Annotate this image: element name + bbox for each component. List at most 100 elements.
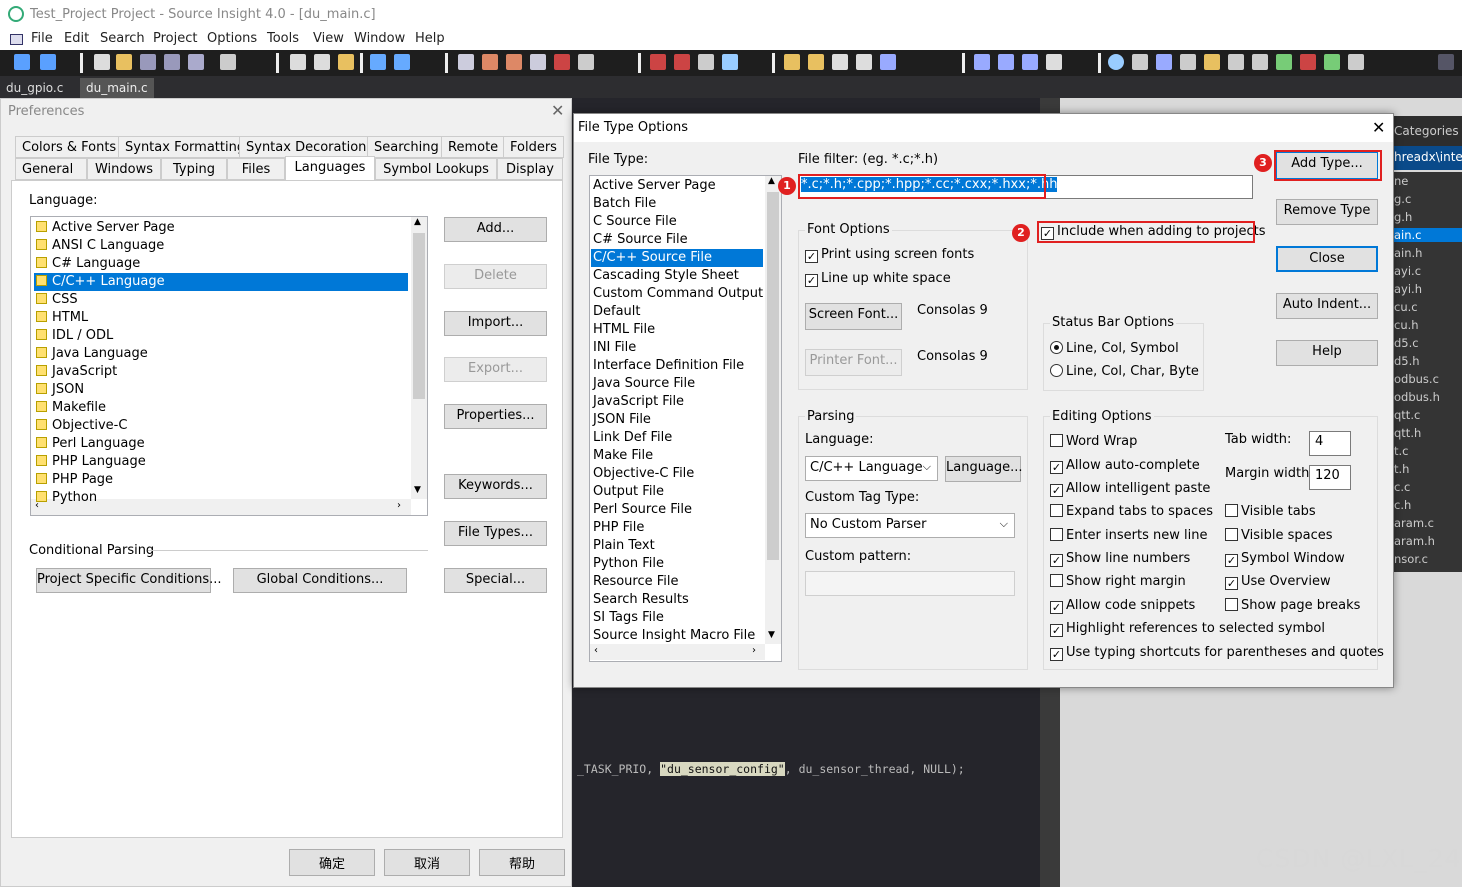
menu-window[interactable]: Window (354, 31, 405, 46)
relation-window-icon[interactable] (1276, 54, 1292, 70)
list-item[interactable]: C/C++ Source File (591, 249, 763, 267)
export-button[interactable]: Export... (444, 357, 547, 382)
overview-icon[interactable] (1324, 54, 1340, 70)
symbol-item[interactable]: cu.c (1394, 300, 1418, 314)
replace-icon[interactable] (554, 54, 570, 70)
menu-view[interactable]: View (313, 31, 344, 46)
add-button[interactable]: Add... (444, 217, 547, 242)
screen-font-button[interactable]: Screen Font... (805, 303, 902, 330)
expand-tabs-checkbox[interactable]: Expand tabs to spaces (1050, 504, 1213, 519)
tab-width-input[interactable]: 4 (1309, 431, 1351, 456)
menu-file[interactable]: File (31, 31, 53, 46)
grid-icon[interactable] (1348, 54, 1364, 70)
menu-edit[interactable]: Edit (64, 31, 89, 46)
margin-width-input[interactable]: 120 (1309, 465, 1351, 490)
save-all-icon[interactable] (164, 54, 180, 70)
properties-button[interactable]: Properties... (444, 404, 547, 429)
list-item[interactable]: Active Server Page (34, 219, 408, 237)
scroll-down-icon[interactable]: ▼ (768, 630, 775, 640)
list-item[interactable]: Java Source File (591, 375, 763, 393)
enter-inserts-checkbox[interactable]: Enter inserts new line (1050, 528, 1207, 543)
list-item[interactable]: JavaScript (34, 363, 408, 381)
list-item[interactable]: Cascading Style Sheet (591, 267, 763, 285)
function-icon[interactable] (856, 54, 872, 70)
tab-files[interactable]: Files (227, 158, 285, 180)
symbol-item[interactable]: ayi.c (1394, 264, 1421, 278)
help-button[interactable]: 帮助 (479, 849, 565, 876)
clip-icon[interactable] (1228, 54, 1244, 70)
special-button[interactable]: Special... (444, 568, 547, 593)
project-conditions-button[interactable]: Project Specific Conditions... (36, 568, 222, 593)
close-icon[interactable]: ✕ (551, 101, 564, 120)
search-icon[interactable] (458, 54, 474, 70)
web-icon[interactable] (578, 54, 594, 70)
bookmark-prev-icon[interactable] (650, 54, 666, 70)
symbol-item[interactable]: ain.c (1390, 228, 1462, 242)
bookmark-next-icon[interactable] (674, 54, 690, 70)
page-breaks-checkbox[interactable]: Show page breaks (1225, 598, 1360, 613)
symbol-item[interactable]: nsor.c (1394, 552, 1428, 566)
scroll-up-icon[interactable]: ▲ (414, 217, 421, 227)
list-item[interactable]: HTML File (591, 321, 763, 339)
scroll-up-icon[interactable]: ▲ (768, 176, 775, 186)
layout4-icon[interactable] (1046, 54, 1062, 70)
print-icon[interactable] (220, 54, 236, 70)
menu-help[interactable]: Help (415, 31, 445, 46)
list-item[interactable]: C# Language (34, 255, 408, 273)
layout1-icon[interactable] (974, 54, 990, 70)
list-item[interactable]: Perl Language (34, 435, 408, 453)
language-list[interactable]: ▲ ▼ ‹ › Active Server Page ANSI C Language C… (30, 216, 428, 516)
tab-syntax-decorations[interactable]: Syntax Decorations (239, 136, 381, 158)
list-item[interactable]: Objective-C File (591, 465, 763, 483)
tab-syntax-formatting[interactable]: Syntax Formatting (118, 136, 253, 158)
file-types-button[interactable]: File Types... (444, 521, 547, 546)
browse-icon[interactable] (1204, 54, 1220, 70)
list-item[interactable]: PHP File (591, 519, 763, 537)
list-item[interactable]: ANSI C Language (34, 237, 408, 255)
symbol-item[interactable]: aram.c (1394, 516, 1434, 530)
parsing-language-select[interactable]: C/C++ Language ⌵ (805, 456, 938, 481)
symbol-window-icon[interactable] (1180, 54, 1196, 70)
symbol-item[interactable]: qtt.h (1394, 426, 1421, 440)
references-icon[interactable] (832, 54, 848, 70)
list-item[interactable]: Python File (591, 555, 763, 573)
symbol-item[interactable]: cu.h (1394, 318, 1419, 332)
line-up-ws-checkbox[interactable]: ✓ Line up white space (805, 271, 951, 287)
tab-display[interactable]: Display (497, 158, 563, 180)
cut-icon[interactable] (290, 54, 306, 70)
list-item[interactable]: Perl Source File (591, 501, 763, 519)
search-next-icon[interactable] (506, 54, 522, 70)
open-icon[interactable] (116, 54, 132, 70)
symbol-item[interactable]: ne (1394, 174, 1408, 188)
scroll-thumb[interactable] (767, 192, 779, 560)
relation-icon[interactable] (880, 54, 896, 70)
save-icon[interactable] (140, 54, 156, 70)
search-files-icon[interactable] (530, 54, 546, 70)
more-icon[interactable] (1438, 54, 1454, 70)
list-item[interactable]: Python (34, 489, 408, 507)
list-item[interactable]: JavaScript File (591, 393, 763, 411)
list-item[interactable]: PHP Page (34, 471, 408, 489)
scroll-down-icon[interactable]: ▼ (414, 485, 421, 495)
list-item[interactable]: Makefile (34, 399, 408, 417)
help-button[interactable]: Help (1276, 340, 1378, 366)
forward-icon[interactable] (40, 54, 56, 70)
list-item[interactable]: Java Language (34, 345, 408, 363)
global-conditions-button[interactable]: Global Conditions... (233, 568, 407, 593)
sync-icon[interactable] (1132, 54, 1148, 70)
close-file-icon[interactable] (188, 54, 204, 70)
symbol-path[interactable]: hreadx\inter (1390, 146, 1462, 170)
new-file-icon[interactable] (94, 54, 110, 70)
symbol-item[interactable]: odbus.c (1394, 372, 1439, 386)
symbol-item[interactable]: c.c (1394, 480, 1410, 494)
pattern-input[interactable] (805, 571, 1015, 596)
close-icon[interactable]: ✕ (1372, 118, 1385, 137)
paste-icon[interactable] (338, 54, 354, 70)
layout3-icon[interactable] (1022, 54, 1038, 70)
cancel-button[interactable]: 取消 (384, 849, 470, 876)
layout2-icon[interactable] (998, 54, 1014, 70)
menu-search[interactable]: Search (100, 31, 145, 46)
tab-symbol-lookups[interactable]: Symbol Lookups (375, 158, 497, 180)
list-item[interactable]: Search Results (591, 591, 763, 609)
status-opt2-radio[interactable]: Line, Col, Char, Byte (1050, 364, 1199, 379)
